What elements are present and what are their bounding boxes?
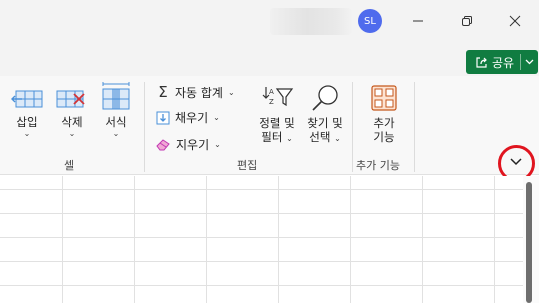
share-button[interactable]: 공유 <box>466 50 538 74</box>
svg-text:Z: Z <box>269 98 274 106</box>
delete-caret: ⌄ <box>68 129 76 138</box>
delete-button[interactable]: 삭제 ⌄ <box>55 86 89 139</box>
share-row: 공유 <box>0 44 539 76</box>
find-select-line2-wrap: 선택 ⌄ <box>309 130 341 144</box>
insert-caret: ⌄ <box>23 129 31 138</box>
clear-button[interactable]: 지우기 ⌄ <box>156 136 221 153</box>
share-icon <box>476 56 487 68</box>
minimize-button[interactable] <box>406 9 430 33</box>
autosum-label: 자동 합계 <box>175 85 223 100</box>
add-ins-icon <box>371 85 397 111</box>
fill-caret: ⌄ <box>213 113 220 122</box>
user-avatar[interactable]: SL <box>358 9 382 33</box>
add-ins-button[interactable]: 추가 기능 <box>365 84 403 144</box>
sort-filter-caret: ⌄ <box>286 134 293 143</box>
cells-group-label: 셀 <box>64 159 75 172</box>
fill-label: 채우기 <box>175 111 209 125</box>
document-title-blurred[interactable] <box>270 8 352 35</box>
sort-filter-label-2: 필터 <box>261 130 283 144</box>
add-ins-label-2: 기능 <box>373 130 395 144</box>
clear-caret: ⌄ <box>214 140 221 149</box>
autosum-caret: ⌄ <box>227 87 235 97</box>
eraser-icon <box>156 139 170 151</box>
sigma-icon: Σ <box>158 83 168 101</box>
format-caret: ⌄ <box>112 129 120 138</box>
add-ins-label-1: 추가 <box>373 116 395 130</box>
find-select-caret: ⌄ <box>334 134 341 143</box>
group-separator <box>144 82 145 172</box>
sort-filter-label-1: 정렬 및 <box>259 116 295 130</box>
scrollbar-thumb[interactable] <box>526 182 532 303</box>
sort-filter-button[interactable]: A Z 정렬 및 필터 ⌄ <box>253 84 301 144</box>
autosum-button[interactable]: Σ 자동 합계 ⌄ <box>156 83 235 101</box>
share-main[interactable]: 공유 <box>466 50 520 74</box>
sort-filter-line2-wrap: 필터 ⌄ <box>261 130 293 144</box>
ribbon: 삽입 ⌄ 삭제 ⌄ 서식 ⌄ 셀 Σ 자동 합계 ⌄ 채우기 ⌄ 지우기 ⌄ A… <box>0 76 539 175</box>
editing-group-label: 편집 <box>237 159 258 172</box>
avatar-initials: SL <box>364 15 376 27</box>
add-ins-group-label: 추가 기능 <box>356 159 400 172</box>
fill-down-icon <box>156 111 170 124</box>
share-dropdown[interactable] <box>521 50 538 74</box>
delete-label: 삭제 <box>61 115 83 129</box>
worksheet-grid[interactable] <box>0 176 539 303</box>
clear-label: 지우기 <box>176 138 210 152</box>
restore-button[interactable] <box>455 9 479 33</box>
delete-cells-icon <box>56 90 85 108</box>
find-select-label-2: 선택 <box>309 130 331 144</box>
group-separator <box>352 82 353 172</box>
share-label: 공유 <box>492 55 515 70</box>
restore-icon <box>462 16 472 26</box>
close-icon <box>509 15 521 27</box>
group-separator <box>414 82 415 172</box>
fill-button[interactable]: 채우기 ⌄ <box>156 109 220 126</box>
format-label: 서식 <box>105 115 127 129</box>
minimize-icon <box>413 20 423 22</box>
insert-cells-icon <box>11 90 43 108</box>
search-icon <box>312 85 338 111</box>
format-button[interactable]: 서식 ⌄ <box>99 82 133 139</box>
find-select-button[interactable]: 찾기 및 선택 ⌄ <box>302 84 348 144</box>
chevron-down-icon <box>525 59 534 65</box>
insert-label: 삽입 <box>16 115 38 129</box>
svg-text:A: A <box>269 88 274 96</box>
close-button[interactable] <box>503 9 527 33</box>
find-select-label-1: 찾기 및 <box>307 116 343 130</box>
insert-button[interactable]: 삽입 ⌄ <box>10 86 44 139</box>
grid-lines <box>0 176 539 303</box>
format-cells-icon <box>102 82 130 110</box>
sort-filter-icon: A Z <box>262 87 294 107</box>
title-bar: SL <box>0 0 539 44</box>
